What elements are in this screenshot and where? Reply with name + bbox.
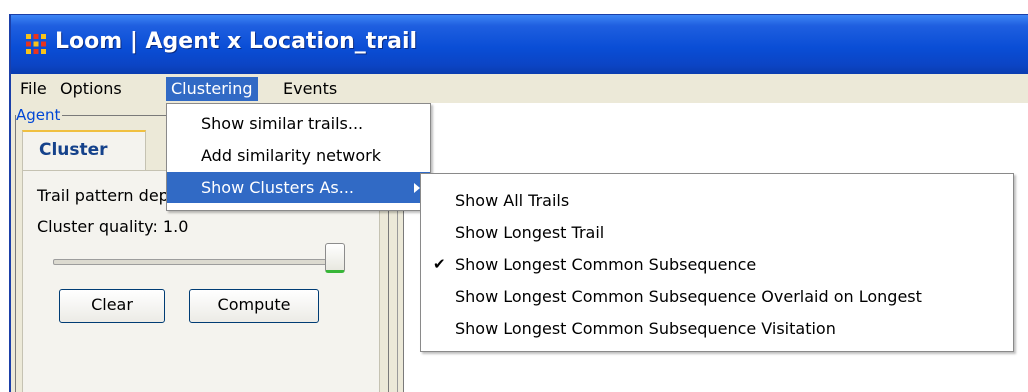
quality-slider-track[interactable]	[53, 259, 333, 265]
menu-item-show-clusters-as[interactable]: Show Clusters As...	[167, 172, 430, 203]
compute-button[interactable]: Compute	[189, 289, 319, 323]
menu-item-add-similarity-network[interactable]: Add similarity network	[167, 140, 430, 171]
title-bar[interactable]: Loom | Agent x Location_trail	[11, 15, 1028, 74]
menu-events[interactable]: Events	[278, 77, 342, 101]
window-title: Loom | Agent x Location_trail	[55, 29, 418, 54]
submenu-item-label: Show Longest Common Subsequence	[455, 255, 757, 274]
clear-button[interactable]: Clear	[59, 289, 165, 323]
menu-options[interactable]: Options	[55, 77, 127, 101]
submenu-item-show-all-trails[interactable]: Show All Trails	[421, 185, 1013, 216]
tab-cluster[interactable]: Cluster	[22, 130, 146, 172]
submenu-item-show-lcs-overlaid[interactable]: Show Longest Common Subsequence Overlaid…	[421, 281, 1013, 312]
loom-grid-icon	[26, 34, 46, 54]
menu-item-label: Show similar trails...	[201, 114, 364, 133]
loom-window: Loom | Agent x Location_trail File Optio…	[9, 14, 1028, 392]
menu-file[interactable]: File	[15, 77, 52, 101]
menu-item-show-similar-trails[interactable]: Show similar trails...	[167, 108, 430, 139]
tab-cluster-label: Cluster	[39, 140, 108, 160]
quality-slider-thumb[interactable]	[325, 243, 345, 273]
submenu-item-show-lcs[interactable]: ✔ Show Longest Common Subsequence	[421, 249, 1013, 280]
menu-item-label: Add similarity network	[201, 146, 381, 165]
submenu-item-label: Show All Trails	[455, 191, 570, 210]
show-clusters-as-submenu: Show All Trails Show Longest Trail ✔ Sho…	[420, 173, 1014, 352]
submenu-item-show-longest-trail[interactable]: Show Longest Trail	[421, 217, 1013, 248]
submenu-item-label: Show Longest Trail	[455, 223, 605, 242]
submenu-item-show-lcs-visitation[interactable]: Show Longest Common Subsequence Visitati…	[421, 313, 1013, 344]
agent-group-label: Agent	[16, 105, 63, 125]
cluster-quality-label: Cluster quality: 1.0	[37, 217, 189, 236]
menu-item-label: Show Clusters As...	[201, 178, 355, 197]
clustering-menu: Show similar trails... Add similarity ne…	[166, 103, 431, 211]
submenu-item-label: Show Longest Common Subsequence Overlaid…	[455, 287, 922, 306]
menu-clustering[interactable]: Clustering	[166, 77, 258, 101]
submenu-item-label: Show Longest Common Subsequence Visitati…	[455, 319, 836, 338]
checkmark-icon: ✔	[433, 255, 446, 273]
menu-bar: File Options Clustering Events	[11, 74, 1028, 104]
